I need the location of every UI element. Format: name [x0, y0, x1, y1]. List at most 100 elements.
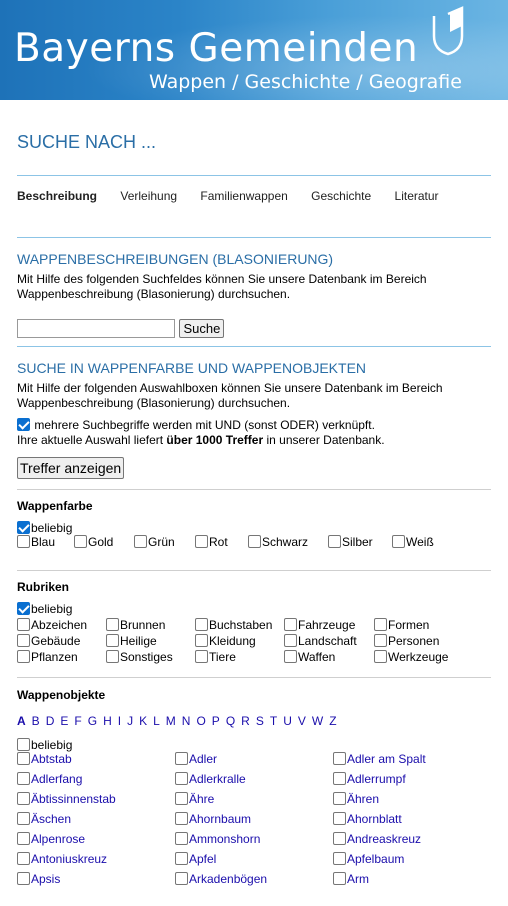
rubrik-werkzeuge-option[interactable]: Werkzeuge: [374, 650, 448, 664]
object-option[interactable]: Äbtissinnenstab: [17, 792, 116, 806]
object-checkbox[interactable]: [17, 812, 30, 825]
rubrik-checkbox[interactable]: [17, 634, 30, 647]
tab-familienwappen[interactable]: Familienwappen: [200, 189, 287, 203]
object-label[interactable]: Adler am Spalt: [347, 752, 426, 766]
color-rot-option[interactable]: Rot: [195, 535, 228, 549]
object-option[interactable]: Äschen: [17, 812, 71, 826]
rubrik-buchstaben-option[interactable]: Buchstaben: [195, 618, 272, 632]
object-option[interactable]: Ahornbaum: [175, 812, 251, 826]
object-label[interactable]: Äbtissinnenstab: [31, 792, 116, 806]
object-label[interactable]: Adlerrumpf: [347, 772, 406, 786]
letter-link[interactable]: L: [153, 714, 160, 728]
shield-logo-icon[interactable]: [428, 4, 468, 56]
rubrik-abzeichen-option[interactable]: Abzeichen: [17, 618, 87, 632]
object-checkbox[interactable]: [175, 832, 188, 845]
object-label[interactable]: Ahornbaum: [189, 812, 251, 826]
rubrik-checkbox[interactable]: [284, 634, 297, 647]
object-checkbox[interactable]: [17, 752, 30, 765]
object-checkbox[interactable]: [175, 792, 188, 805]
object-checkbox[interactable]: [333, 832, 346, 845]
color-schwarz-option[interactable]: Schwarz: [248, 535, 308, 549]
object-option[interactable]: Andreaskreuz: [333, 832, 421, 846]
letter-link[interactable]: G: [88, 714, 97, 728]
letter-link[interactable]: S: [256, 714, 264, 728]
object-checkbox[interactable]: [333, 792, 346, 805]
object-checkbox[interactable]: [17, 872, 30, 885]
object-label[interactable]: Apsis: [31, 872, 60, 886]
rubrik-checkbox[interactable]: [17, 650, 30, 663]
object-checkbox[interactable]: [175, 772, 188, 785]
object-label[interactable]: Abtstab: [31, 752, 72, 766]
tab-literatur[interactable]: Literatur: [395, 189, 439, 203]
color-blau-checkbox[interactable]: [17, 535, 30, 548]
rubrik-sonstiges-option[interactable]: Sonstiges: [106, 650, 173, 664]
rubrik-fahrzeuge-option[interactable]: Fahrzeuge: [284, 618, 355, 632]
color-schwarz-checkbox[interactable]: [248, 535, 261, 548]
letter-link[interactable]: P: [212, 714, 220, 728]
object-label[interactable]: Äschen: [31, 812, 71, 826]
object-checkbox[interactable]: [333, 812, 346, 825]
color-any-checkbox[interactable]: [17, 521, 30, 534]
object-option[interactable]: Apfelbaum: [333, 852, 404, 866]
object-option[interactable]: Antoniuskreuz: [17, 852, 107, 866]
tab-geschichte[interactable]: Geschichte: [311, 189, 371, 203]
object-checkbox[interactable]: [175, 812, 188, 825]
color-weiss-checkbox[interactable]: [392, 535, 405, 548]
object-checkbox[interactable]: [333, 872, 346, 885]
letter-link[interactable]: J: [127, 714, 133, 728]
tab-verleihung[interactable]: Verleihung: [120, 189, 177, 203]
rubrik-pflanzen-option[interactable]: Pflanzen: [17, 650, 78, 664]
object-option[interactable]: Ahornblatt: [333, 812, 402, 826]
object-any-checkbox[interactable]: [17, 738, 30, 751]
rubrik-checkbox[interactable]: [195, 634, 208, 647]
rubrik-tiere-option[interactable]: Tiere: [195, 650, 236, 664]
object-label[interactable]: Adlerfang: [31, 772, 82, 786]
object-checkbox[interactable]: [333, 852, 346, 865]
object-label[interactable]: Ähren: [347, 792, 379, 806]
color-silber-checkbox[interactable]: [328, 535, 341, 548]
show-results-button[interactable]: Treffer anzeigen: [17, 457, 125, 479]
rubrik-brunnen-option[interactable]: Brunnen: [106, 618, 165, 632]
object-label[interactable]: Adler: [189, 752, 217, 766]
object-checkbox[interactable]: [17, 792, 30, 805]
rubrik-checkbox[interactable]: [374, 650, 387, 663]
object-option[interactable]: Adler am Spalt: [333, 752, 426, 766]
object-option[interactable]: Alpenrose: [17, 832, 85, 846]
color-weiss-option[interactable]: Weiß: [392, 535, 434, 549]
und-checkbox[interactable]: [17, 418, 30, 431]
object-label[interactable]: Andreaskreuz: [347, 832, 421, 846]
object-label[interactable]: Adlerkralle: [189, 772, 246, 786]
object-label[interactable]: Antoniuskreuz: [31, 852, 107, 866]
rubrik-waffen-option[interactable]: Waffen: [284, 650, 335, 664]
rubrik-kleidung-option[interactable]: Kleidung: [195, 634, 256, 648]
rubrik-personen-option[interactable]: Personen: [374, 634, 439, 648]
rubrik-checkbox[interactable]: [106, 650, 119, 663]
letter-link[interactable]: R: [241, 714, 250, 728]
rubrik-checkbox[interactable]: [17, 618, 30, 631]
letter-link[interactable]: W: [312, 714, 323, 728]
object-checkbox[interactable]: [333, 752, 346, 765]
letter-link[interactable]: V: [298, 714, 306, 728]
object-checkbox[interactable]: [175, 752, 188, 765]
letter-link[interactable]: N: [182, 714, 191, 728]
letter-link[interactable]: K: [139, 714, 147, 728]
letter-link[interactable]: I: [118, 714, 121, 728]
letter-link[interactable]: F: [74, 714, 81, 728]
letter-link[interactable]: T: [270, 714, 277, 728]
rubrik-gebaeude-option[interactable]: Gebäude: [17, 634, 80, 648]
letter-link[interactable]: U: [283, 714, 292, 728]
rubrik-checkbox[interactable]: [284, 618, 297, 631]
color-rot-checkbox[interactable]: [195, 535, 208, 548]
letter-link[interactable]: D: [46, 714, 55, 728]
letter-link[interactable]: O: [196, 714, 205, 728]
letter-link[interactable]: B: [32, 714, 40, 728]
object-checkbox[interactable]: [17, 832, 30, 845]
object-checkbox[interactable]: [17, 852, 30, 865]
rubrik-checkbox[interactable]: [195, 650, 208, 663]
color-blau-option[interactable]: Blau: [17, 535, 55, 549]
letter-link[interactable]: Q: [226, 714, 235, 728]
object-checkbox[interactable]: [333, 772, 346, 785]
rubrik-checkbox[interactable]: [284, 650, 297, 663]
object-checkbox[interactable]: [175, 852, 188, 865]
object-option[interactable]: Adler: [175, 752, 217, 766]
